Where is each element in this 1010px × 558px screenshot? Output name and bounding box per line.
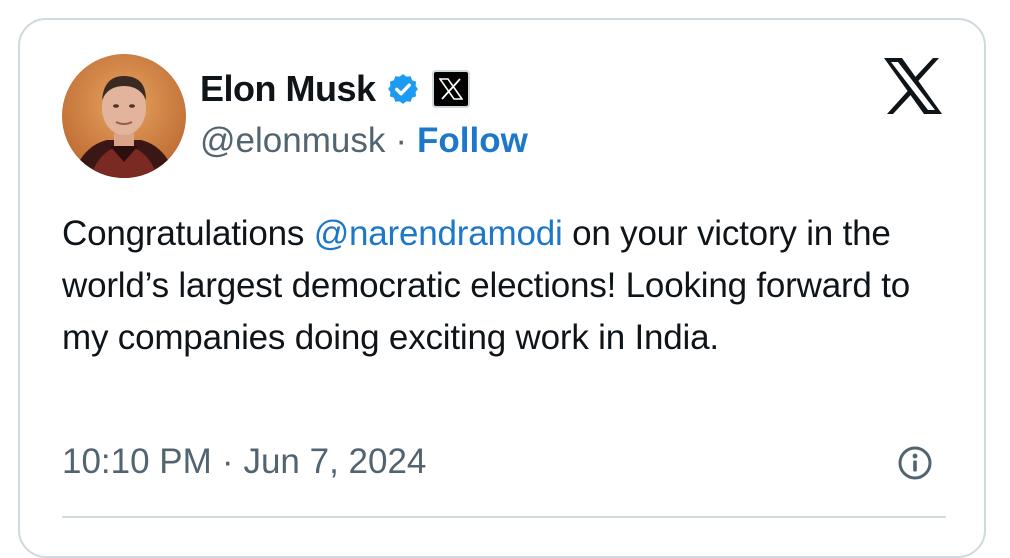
author-handle[interactable]: @elonmusk bbox=[200, 121, 385, 161]
tweet-text-before: Congratulations bbox=[62, 214, 314, 253]
info-icon[interactable] bbox=[896, 444, 934, 482]
tweet-card[interactable]: Elon Musk @elonmusk · Follow Congratulat… bbox=[18, 18, 986, 558]
separator-dot: · bbox=[395, 121, 407, 160]
x-logo-icon[interactable] bbox=[882, 56, 944, 116]
tweet-time: 10:10 PM bbox=[62, 442, 212, 481]
verified-badge-icon bbox=[386, 72, 420, 106]
author-name-row: Elon Musk bbox=[200, 64, 470, 114]
x-affiliate-badge-icon[interactable] bbox=[431, 70, 470, 108]
handle-row: @elonmusk · Follow bbox=[200, 118, 528, 164]
avatar[interactable] bbox=[62, 54, 186, 178]
tweet-body: Congratulations @narendramodi on your vi… bbox=[62, 208, 942, 364]
avatar-image bbox=[62, 54, 186, 178]
divider bbox=[62, 516, 946, 518]
tweet-date: Jun 7, 2024 bbox=[243, 442, 427, 481]
tweet-timestamp[interactable]: 10:10 PM · Jun 7, 2024 bbox=[62, 438, 426, 486]
mention-link[interactable]: @narendramodi bbox=[314, 214, 563, 253]
follow-button[interactable]: Follow bbox=[417, 121, 528, 161]
author-display-name[interactable]: Elon Musk bbox=[200, 68, 376, 110]
timestamp-separator: · bbox=[221, 442, 234, 481]
